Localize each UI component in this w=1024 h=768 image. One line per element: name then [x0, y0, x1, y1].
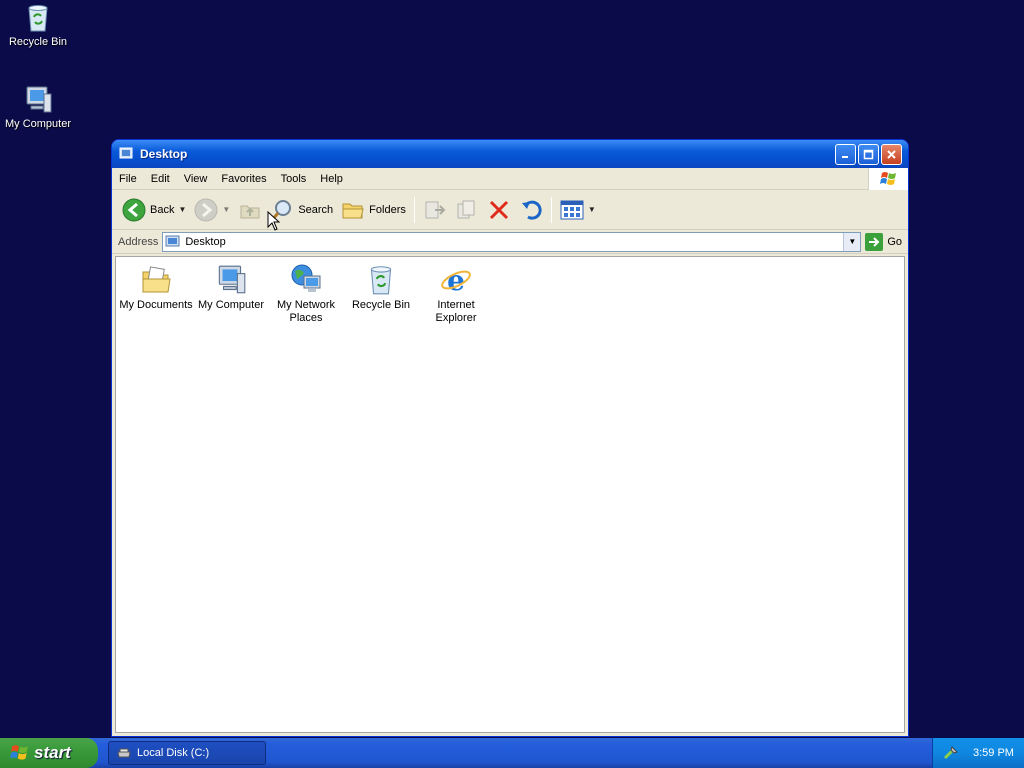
taskbar-item-label: Local Disk (C:) — [137, 747, 210, 759]
up-folder-icon — [240, 205, 260, 218]
windows-flag-icon — [879, 172, 896, 185]
list-item-my-documents[interactable]: My Documents — [117, 263, 195, 312]
desktop-folder-icon — [119, 147, 133, 159]
file-view[interactable]: My Documents My Computer My Network Plac… — [115, 256, 905, 733]
menu-file[interactable]: File — [112, 173, 144, 185]
title-bar[interactable]: Desktop — [112, 140, 908, 168]
toolbar-separator — [550, 196, 552, 223]
start-label: start — [34, 743, 71, 762]
desktop-icon-label: Recycle Bin — [8, 36, 68, 48]
folders-button[interactable]: Folders — [337, 195, 410, 225]
minimize-icon — [842, 155, 848, 158]
views-button[interactable]: ▼ — [556, 195, 600, 225]
search-label: Search — [298, 203, 334, 216]
menu-help[interactable]: Help — [313, 173, 350, 185]
my-computer-icon — [218, 265, 246, 294]
go-arrow-icon — [865, 232, 884, 251]
list-item-internet-explorer[interactable]: e Internet Explorer — [417, 263, 495, 325]
taskbar: start Local Disk (C:) 3:59 PM — [0, 738, 1024, 768]
folders-label: Folders — [369, 203, 406, 216]
windows-logo — [868, 168, 908, 190]
forward-arrow-icon — [194, 198, 218, 221]
safely-remove-hardware-icon[interactable] — [943, 745, 959, 761]
explorer-window: Desktop File Edit View Favorites Tools H… — [111, 139, 909, 737]
window-title: Desktop — [140, 147, 188, 161]
desktop-icon-recycle-bin[interactable]: Recycle Bin — [0, 2, 76, 48]
item-label: Recycle Bin — [351, 299, 411, 311]
item-label: My Computer — [197, 299, 265, 311]
item-label: My Documents — [119, 299, 193, 311]
list-item-my-computer[interactable]: My Computer — [192, 263, 270, 312]
internet-explorer-icon: e — [441, 264, 471, 297]
maximize-icon — [863, 149, 874, 159]
toolbar: Back ▼ ▼ Search Folders ▼ — [112, 190, 908, 230]
maximize-button[interactable] — [858, 143, 879, 165]
toolbar-separator — [413, 196, 415, 223]
move-to-icon — [425, 201, 446, 218]
menu-favorites[interactable]: Favorites — [214, 173, 273, 185]
clock[interactable]: 3:59 PM — [973, 747, 1014, 759]
undo-button[interactable] — [515, 195, 547, 225]
recycle-bin-icon — [370, 266, 392, 295]
forward-dropdown-icon[interactable]: ▼ — [222, 205, 230, 214]
back-arrow-icon — [122, 198, 146, 221]
menu-edit[interactable]: Edit — [144, 173, 177, 185]
menu-tools[interactable]: Tools — [274, 173, 314, 185]
start-button[interactable]: start — [0, 738, 98, 768]
back-button[interactable]: Back ▼ — [118, 195, 190, 225]
delete-x-icon — [489, 200, 508, 219]
undo-icon — [521, 200, 542, 220]
desktop-icon-my-computer[interactable]: My Computer — [0, 84, 76, 130]
list-item-recycle-bin[interactable]: Recycle Bin — [342, 263, 420, 312]
mouse-cursor-icon — [267, 211, 281, 231]
menu-bar: File Edit View Favorites Tools Help — [112, 168, 908, 190]
svg-text:e: e — [447, 264, 465, 297]
system-tray: 3:59 PM — [932, 738, 1024, 768]
views-dropdown-icon[interactable]: ▼ — [588, 205, 596, 214]
menu-view[interactable]: View — [177, 173, 215, 185]
minimize-button[interactable] — [835, 143, 856, 165]
recycle-bin-icon — [28, 5, 48, 32]
go-button[interactable]: Go — [865, 232, 902, 251]
desktop-location-icon — [165, 235, 180, 246]
up-folder-button[interactable] — [234, 195, 266, 225]
close-icon — [887, 149, 896, 159]
address-dropdown-button[interactable]: ▼ — [843, 232, 861, 251]
address-value: Desktop — [185, 235, 226, 248]
folder-icon — [342, 203, 364, 218]
back-label: Back — [150, 203, 175, 216]
back-dropdown-icon[interactable]: ▼ — [178, 205, 186, 214]
copy-to-button[interactable] — [451, 195, 483, 225]
go-label: Go — [887, 235, 902, 248]
copy-to-icon — [457, 200, 475, 218]
address-bar: Address Desktop ▼ Go — [112, 230, 908, 254]
list-item-network-places[interactable]: My Network Places — [267, 263, 345, 325]
address-label: Address — [118, 235, 159, 248]
chevron-down-icon: ▼ — [848, 237, 857, 246]
move-to-button[interactable] — [419, 195, 451, 225]
taskbar-item-local-disk[interactable]: Local Disk (C:) — [108, 741, 266, 765]
views-icon — [560, 200, 584, 219]
close-button[interactable] — [881, 143, 902, 165]
windows-flag-icon — [10, 745, 28, 760]
forward-button[interactable]: ▼ — [190, 195, 234, 225]
delete-button[interactable] — [483, 195, 515, 225]
network-places-icon — [291, 264, 321, 292]
address-field[interactable]: Desktop ▼ — [162, 231, 862, 252]
my-computer-icon — [26, 86, 52, 113]
disk-drive-icon — [117, 748, 131, 758]
item-label: My Network Places — [276, 299, 336, 324]
desktop-icon-label: My Computer — [4, 118, 72, 130]
my-documents-icon — [142, 266, 171, 293]
item-label: Internet Explorer — [435, 299, 477, 324]
